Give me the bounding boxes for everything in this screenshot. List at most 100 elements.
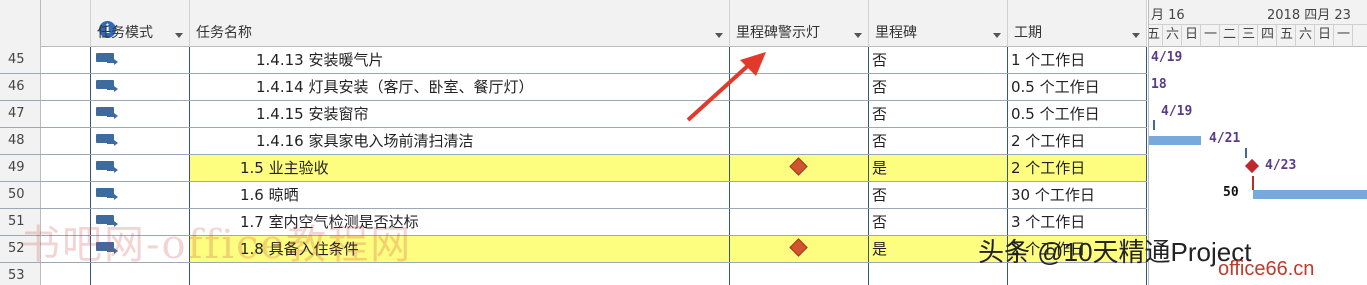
chevron-down-icon[interactable] <box>993 33 1001 38</box>
task-name-cell[interactable]: 1.4.14 灯具安装（客厅、卧室、餐厅灯） <box>190 74 730 100</box>
gantt-row: 18 <box>1149 74 1367 101</box>
gantt-row: 4/19 <box>1149 101 1367 128</box>
gantt-row: 4/23 <box>1149 155 1367 182</box>
timescale-day: 六 <box>1164 25 1182 47</box>
auto-schedule-icon <box>96 134 118 146</box>
duration-cell[interactable]: 1 个工作日 <box>1008 47 1147 73</box>
timescale-week2: 2018 四月 23 <box>1267 8 1351 23</box>
task-name-cell[interactable]: 1.5 业主验收 <box>190 155 730 181</box>
gantt-date-label: 4/19 <box>1151 50 1183 65</box>
timescale-day: 一 <box>1202 25 1220 47</box>
task-mode-cell[interactable] <box>91 101 190 127</box>
duration-cell[interactable]: 2 个工作日 <box>1008 128 1147 154</box>
chevron-down-icon[interactable] <box>175 33 183 38</box>
gantt-date-label: 4/23 <box>1265 158 1297 173</box>
chevron-down-icon[interactable] <box>715 33 723 38</box>
milestone-warning-cell[interactable] <box>730 182 869 208</box>
row-number[interactable]: 50 <box>0 182 41 208</box>
chevron-down-icon[interactable] <box>1132 33 1140 38</box>
task-bar[interactable] <box>1253 190 1367 199</box>
milestone-warning-cell[interactable] <box>730 128 869 154</box>
duration-cell[interactable]: 0.5 个工作日 <box>1008 74 1147 100</box>
table-row[interactable]: 46 1.4.14 灯具安装（客厅、卧室、餐厅灯） 否 0.5 个工作日 <box>0 74 1147 101</box>
indicator-cell <box>41 182 91 208</box>
indicator-cell <box>41 128 91 154</box>
gantt-row: 50 <box>1149 182 1367 209</box>
task-mode-cell[interactable] <box>91 128 190 154</box>
task-mode-cell[interactable] <box>91 74 190 100</box>
task-name-cell[interactable]: 1.4.13 安装暖气片 <box>190 47 730 73</box>
column-header-warning-label: 里程碑警示灯 <box>736 25 820 41</box>
table-row[interactable]: 48 1.4.16 家具家电入场前清扫清洁 否 2 个工作日 <box>0 128 1147 155</box>
timescale-day: 四 <box>1259 25 1277 47</box>
timescale-week1: 月 16 <box>1151 8 1185 23</box>
duration-cell[interactable]: 0.5 个工作日 <box>1008 101 1147 127</box>
column-header-name[interactable]: 任务名称 <box>190 0 730 47</box>
auto-schedule-icon <box>96 161 118 173</box>
milestone-marker-icon[interactable] <box>1244 158 1260 174</box>
column-header-info[interactable]: i <box>41 0 116 47</box>
milestone-cell[interactable]: 否 <box>869 47 1008 73</box>
task-mode-cell[interactable] <box>91 47 190 73</box>
timescale-day: 五 <box>1149 25 1163 47</box>
milestone-warning-cell[interactable] <box>730 263 869 285</box>
milestone-cell[interactable]: 否 <box>869 74 1008 100</box>
milestone-cell[interactable]: 是 <box>869 155 1008 181</box>
auto-schedule-icon <box>96 188 118 200</box>
timescale-day: 日 <box>1316 25 1334 47</box>
row-number[interactable]: 49 <box>0 155 41 181</box>
timescale-days: 五六日一二三四五六日一 <box>1149 24 1367 47</box>
gantt-date-label: 4/21 <box>1209 131 1241 146</box>
watermark-right: 头条 @10天精通Project <box>978 237 1252 267</box>
milestone-warning-cell[interactable] <box>730 155 869 181</box>
table-row[interactable]: 49 1.5 业主验收 是 2 个工作日 <box>0 155 1147 182</box>
row-number[interactable]: 46 <box>0 74 41 100</box>
task-mode-cell[interactable] <box>91 182 190 208</box>
milestone-cell[interactable]: 否 <box>869 182 1008 208</box>
chevron-down-icon[interactable] <box>854 33 862 38</box>
task-name-cell[interactable]: 1.4.16 家具家电入场前清扫清洁 <box>190 128 730 154</box>
gantt-date-label: 50 <box>1223 185 1239 200</box>
milestone-diamond-icon <box>789 238 808 257</box>
table-row[interactable]: 47 1.4.15 安装窗帘 否 0.5 个工作日 <box>0 101 1147 128</box>
column-header-warning[interactable]: 里程碑警示灯 <box>730 0 869 47</box>
indicator-cell <box>41 155 91 181</box>
task-name-cell[interactable]: 1.4.15 安装窗帘 <box>190 101 730 127</box>
duration-cell[interactable]: 2 个工作日 <box>1008 155 1147 181</box>
task-bar[interactable] <box>1149 136 1201 145</box>
milestone-warning-cell[interactable] <box>730 236 869 262</box>
annotation-arrow-icon <box>686 52 766 122</box>
auto-schedule-icon <box>96 107 118 119</box>
watermark-left: 书吧网-office教程网 <box>20 222 413 268</box>
timescale-day: 六 <box>1297 25 1315 47</box>
timescale-day: 五 <box>1278 25 1296 47</box>
gantt-row: 4/19 <box>1149 47 1367 74</box>
column-header-duration[interactable]: 工期 <box>1008 0 1147 47</box>
column-header-duration-label: 工期 <box>1014 25 1042 41</box>
gantt-row: 4/21 <box>1149 128 1367 155</box>
column-header-name-label: 任务名称 <box>196 25 252 41</box>
indicator-cell <box>41 74 91 100</box>
task-name-cell[interactable]: 1.6 晾晒 <box>190 182 730 208</box>
grid-header: i 任务模式 任务名称 里程碑警示灯 里程碑 工期 <box>0 0 1147 47</box>
column-header-milestone-label: 里程碑 <box>875 25 917 41</box>
milestone-diamond-icon <box>789 157 808 176</box>
timescale-day: 二 <box>1221 25 1239 47</box>
column-header-mode-label: 任务模式 <box>97 25 153 41</box>
auto-schedule-icon <box>96 53 118 65</box>
row-number[interactable]: 48 <box>0 128 41 154</box>
task-mode-cell[interactable] <box>91 155 190 181</box>
select-all-corner[interactable] <box>0 0 41 47</box>
milestone-warning-cell[interactable] <box>730 209 869 235</box>
row-number[interactable]: 47 <box>0 101 41 127</box>
milestone-cell[interactable]: 否 <box>869 128 1008 154</box>
duration-cell[interactable]: 30 个工作日 <box>1008 182 1147 208</box>
table-row[interactable]: 45 1.4.13 安装暖气片 否 1 个工作日 <box>0 47 1147 74</box>
milestone-cell[interactable]: 否 <box>869 101 1008 127</box>
timescale-header: 月 16 2018 四月 23 五六日一二三四五六日一 <box>1149 0 1367 47</box>
column-header-milestone[interactable]: 里程碑 <box>869 0 1008 47</box>
table-row[interactable]: 50 1.6 晾晒 否 30 个工作日 <box>0 182 1147 209</box>
gantt-date-label: 4/19 <box>1161 104 1193 119</box>
column-header-mode[interactable]: 任务模式 <box>91 0 190 47</box>
row-number[interactable]: 45 <box>0 47 41 73</box>
